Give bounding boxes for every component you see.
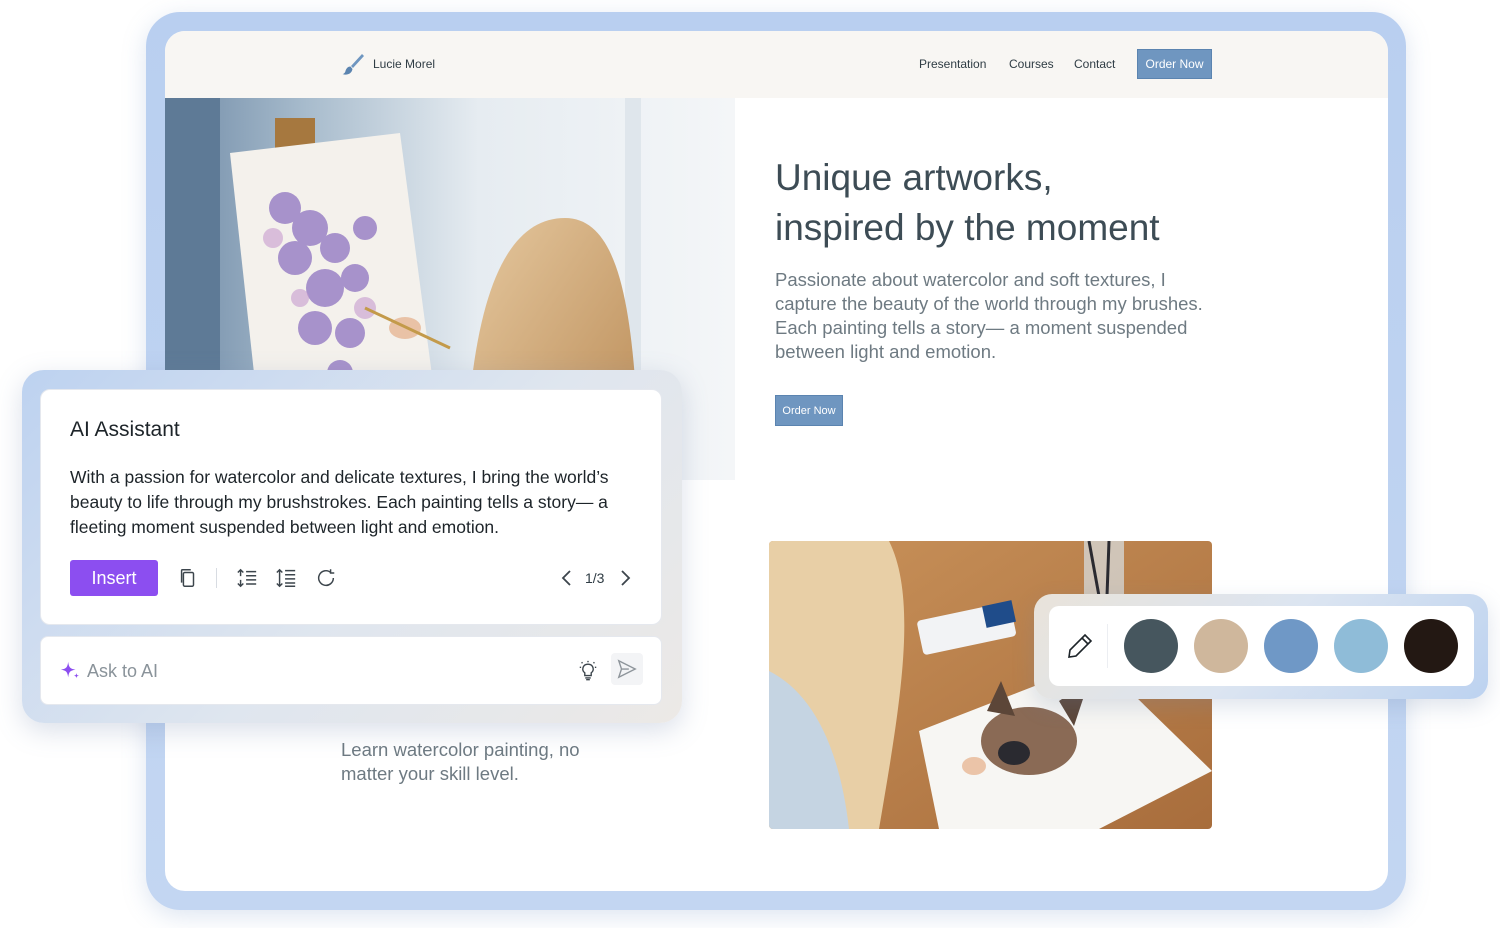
swatch-sand[interactable] [1194, 619, 1248, 673]
sparkle-icon [60, 661, 80, 679]
order-now-nav-button[interactable]: Order Now [1137, 49, 1212, 79]
swatch-steel-blue[interactable] [1264, 619, 1318, 673]
nav-presentation[interactable]: Presentation [919, 57, 986, 71]
ai-suggestion-card: AI Assistant With a passion for watercol… [40, 389, 662, 625]
ask-ai-bar [40, 636, 662, 705]
suggestion-pager: 1/3 [585, 570, 605, 586]
ai-assistant-title: AI Assistant [70, 418, 180, 441]
palette-divider [1107, 624, 1108, 668]
lightbulb-icon[interactable] [577, 660, 599, 682]
send-button[interactable] [611, 653, 643, 685]
hero-title-line-2: inspired by the moment [775, 207, 1160, 248]
pencil-icon[interactable] [1065, 631, 1095, 661]
insert-button[interactable]: Insert [70, 560, 158, 596]
swatch-espresso[interactable] [1404, 619, 1458, 673]
chevron-left-icon[interactable] [560, 568, 574, 588]
ai-suggestion-text: With a passion for watercolor and delica… [70, 467, 609, 537]
toolbar-divider [216, 568, 217, 588]
swatch-slate[interactable] [1124, 619, 1178, 673]
regenerate-icon[interactable] [315, 567, 337, 589]
paintbrush-icon [342, 54, 364, 75]
hero-description: Passionate about watercolor and soft tex… [775, 269, 1203, 362]
nav-contact[interactable]: Contact [1074, 57, 1115, 71]
site-header: Lucie Morel Presentation Courses Contact… [165, 31, 1388, 98]
send-icon [617, 659, 637, 679]
color-palette [1049, 606, 1474, 686]
courses-tagline: Learn watercolor painting, no matter you… [341, 739, 580, 784]
shorten-icon[interactable] [236, 567, 258, 589]
order-now-hero-button[interactable]: Order Now [775, 395, 843, 426]
ask-ai-input[interactable] [87, 655, 557, 687]
nav-courses[interactable]: Courses [1009, 57, 1054, 71]
copy-icon[interactable] [177, 567, 199, 589]
hero-title: Unique artworks, inspired by the moment [775, 153, 1215, 253]
swatch-sky-blue[interactable] [1334, 619, 1388, 673]
expand-icon[interactable] [275, 567, 297, 589]
hero-title-line-1: Unique artworks, [775, 157, 1053, 198]
chevron-right-icon[interactable] [618, 568, 632, 588]
brand-name[interactable]: Lucie Morel [373, 57, 435, 71]
